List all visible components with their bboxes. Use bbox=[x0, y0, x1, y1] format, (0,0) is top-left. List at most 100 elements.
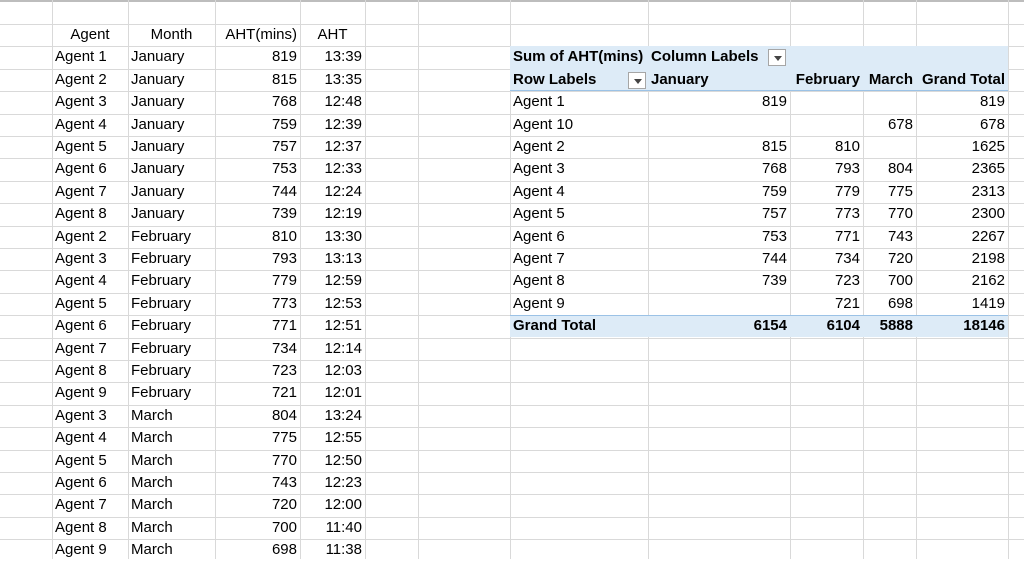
aht-mins-cell[interactable]: 819 bbox=[215, 46, 300, 68]
aht-mins-cell[interactable]: 744 bbox=[215, 181, 300, 203]
pivot-column-header[interactable]: January bbox=[648, 69, 790, 91]
column-labels-filter-button[interactable] bbox=[768, 49, 786, 66]
aht-time-cell[interactable]: 12:59 bbox=[300, 270, 365, 292]
month-cell[interactable]: February bbox=[128, 293, 215, 315]
agent-cell[interactable]: Agent 9 bbox=[52, 539, 128, 561]
pivot-grand-total-value[interactable]: 6104 bbox=[790, 315, 863, 337]
pivot-row-label[interactable]: Agent 1 bbox=[510, 91, 648, 113]
aht-time-cell[interactable]: 12:03 bbox=[300, 360, 365, 382]
month-cell[interactable]: February bbox=[128, 315, 215, 337]
row-labels-filter-button[interactable] bbox=[628, 72, 646, 89]
pivot-row-label[interactable]: Agent 7 bbox=[510, 248, 648, 270]
aht-time-cell[interactable]: 13:24 bbox=[300, 405, 365, 427]
aht-time-cell[interactable]: 12:48 bbox=[300, 91, 365, 113]
pivot-value-cell[interactable]: 804 bbox=[863, 158, 916, 180]
aht-mins-cell[interactable]: 723 bbox=[215, 360, 300, 382]
pivot-value-cell[interactable]: 810 bbox=[790, 136, 863, 158]
pivot-row-label[interactable]: Agent 3 bbox=[510, 158, 648, 180]
aht-time-cell[interactable]: 12:19 bbox=[300, 203, 365, 225]
agent-cell[interactable]: Agent 2 bbox=[52, 69, 128, 91]
aht-mins-cell[interactable]: 775 bbox=[215, 427, 300, 449]
pivot-value-cell[interactable]: 744 bbox=[648, 248, 790, 270]
aht-time-cell[interactable]: 13:35 bbox=[300, 69, 365, 91]
pivot-value-cell[interactable]: 793 bbox=[790, 158, 863, 180]
aht-time-cell[interactable]: 11:38 bbox=[300, 539, 365, 561]
pivot-value-cell[interactable]: 734 bbox=[790, 248, 863, 270]
pivot-value-cell[interactable]: 759 bbox=[648, 181, 790, 203]
aht-time-cell[interactable]: 12:39 bbox=[300, 114, 365, 136]
aht-mins-cell[interactable]: 804 bbox=[215, 405, 300, 427]
pivot-value-cell[interactable]: 770 bbox=[863, 203, 916, 225]
agent-cell[interactable]: Agent 5 bbox=[52, 293, 128, 315]
pivot-row-label[interactable]: Agent 6 bbox=[510, 226, 648, 248]
pivot-value-cell[interactable]: 2198 bbox=[916, 248, 1008, 270]
pivot-grand-total-value[interactable]: 6154 bbox=[648, 315, 790, 337]
pivot-row-label[interactable]: Agent 4 bbox=[510, 181, 648, 203]
aht-time-cell[interactable]: 12:24 bbox=[300, 181, 365, 203]
aht-time-cell[interactable]: 12:01 bbox=[300, 382, 365, 404]
aht-mins-cell[interactable]: 773 bbox=[215, 293, 300, 315]
agent-cell[interactable]: Agent 7 bbox=[52, 494, 128, 516]
month-cell[interactable]: January bbox=[128, 91, 215, 113]
month-cell[interactable]: March bbox=[128, 517, 215, 539]
agent-cell[interactable]: Agent 6 bbox=[52, 472, 128, 494]
month-cell[interactable]: March bbox=[128, 427, 215, 449]
month-cell[interactable]: January bbox=[128, 69, 215, 91]
pivot-value-cell[interactable] bbox=[648, 114, 790, 136]
pivot-value-cell[interactable]: 721 bbox=[790, 293, 863, 315]
month-cell[interactable]: February bbox=[128, 270, 215, 292]
pivot-value-cell[interactable]: 757 bbox=[648, 203, 790, 225]
pivot-value-cell[interactable] bbox=[790, 91, 863, 113]
aht-mins-cell[interactable]: 734 bbox=[215, 338, 300, 360]
pivot-value-cell[interactable]: 815 bbox=[648, 136, 790, 158]
month-cell[interactable]: February bbox=[128, 360, 215, 382]
aht-mins-cell[interactable]: 739 bbox=[215, 203, 300, 225]
aht-time-cell[interactable]: 13:13 bbox=[300, 248, 365, 270]
pivot-value-cell[interactable]: 1419 bbox=[916, 293, 1008, 315]
pivot-value-cell[interactable] bbox=[863, 136, 916, 158]
pivot-value-cell[interactable]: 819 bbox=[916, 91, 1008, 113]
aht-time-cell[interactable]: 12:23 bbox=[300, 472, 365, 494]
pivot-value-cell[interactable]: 779 bbox=[790, 181, 863, 203]
month-cell[interactable]: February bbox=[128, 248, 215, 270]
pivot-value-cell[interactable]: 2313 bbox=[916, 181, 1008, 203]
aht-mins-cell[interactable]: 759 bbox=[215, 114, 300, 136]
pivot-value-cell[interactable]: 2365 bbox=[916, 158, 1008, 180]
aht-time-cell[interactable]: 12:14 bbox=[300, 338, 365, 360]
month-cell[interactable]: February bbox=[128, 382, 215, 404]
agent-cell[interactable]: Agent 9 bbox=[52, 382, 128, 404]
pivot-value-cell[interactable] bbox=[863, 91, 916, 113]
aht-time-cell[interactable]: 13:30 bbox=[300, 226, 365, 248]
pivot-value-cell[interactable] bbox=[648, 293, 790, 315]
agent-cell[interactable]: Agent 6 bbox=[52, 315, 128, 337]
agent-cell[interactable]: Agent 4 bbox=[52, 427, 128, 449]
agent-cell[interactable]: Agent 5 bbox=[52, 450, 128, 472]
aht-mins-cell[interactable]: 720 bbox=[215, 494, 300, 516]
pivot-value-cell[interactable]: 720 bbox=[863, 248, 916, 270]
pivot-value-cell[interactable]: 723 bbox=[790, 270, 863, 292]
pivot-grand-total-label[interactable]: Grand Total bbox=[510, 315, 648, 337]
agent-cell[interactable]: Agent 3 bbox=[52, 91, 128, 113]
pivot-value-cell[interactable]: 2162 bbox=[916, 270, 1008, 292]
pivot-value-cell[interactable]: 698 bbox=[863, 293, 916, 315]
month-cell[interactable]: January bbox=[128, 46, 215, 68]
pivot-value-cell[interactable]: 753 bbox=[648, 226, 790, 248]
agent-cell[interactable]: Agent 3 bbox=[52, 248, 128, 270]
pivot-value-cell[interactable]: 2300 bbox=[916, 203, 1008, 225]
month-cell[interactable]: January bbox=[128, 203, 215, 225]
column-header[interactable]: Month bbox=[128, 24, 215, 46]
pivot-column-header[interactable]: February bbox=[790, 69, 863, 91]
aht-time-cell[interactable]: 12:55 bbox=[300, 427, 365, 449]
aht-mins-cell[interactable]: 779 bbox=[215, 270, 300, 292]
pivot-row-label[interactable]: Agent 10 bbox=[510, 114, 648, 136]
month-cell[interactable]: March bbox=[128, 450, 215, 472]
pivot-row-label[interactable]: Agent 8 bbox=[510, 270, 648, 292]
aht-time-cell[interactable]: 12:33 bbox=[300, 158, 365, 180]
pivot-value-cell[interactable]: 771 bbox=[790, 226, 863, 248]
aht-mins-cell[interactable]: 743 bbox=[215, 472, 300, 494]
pivot-row-label[interactable]: Agent 2 bbox=[510, 136, 648, 158]
pivot-grand-total-value[interactable]: 5888 bbox=[863, 315, 916, 337]
month-cell[interactable]: January bbox=[128, 136, 215, 158]
aht-mins-cell[interactable]: 721 bbox=[215, 382, 300, 404]
pivot-value-cell[interactable]: 768 bbox=[648, 158, 790, 180]
